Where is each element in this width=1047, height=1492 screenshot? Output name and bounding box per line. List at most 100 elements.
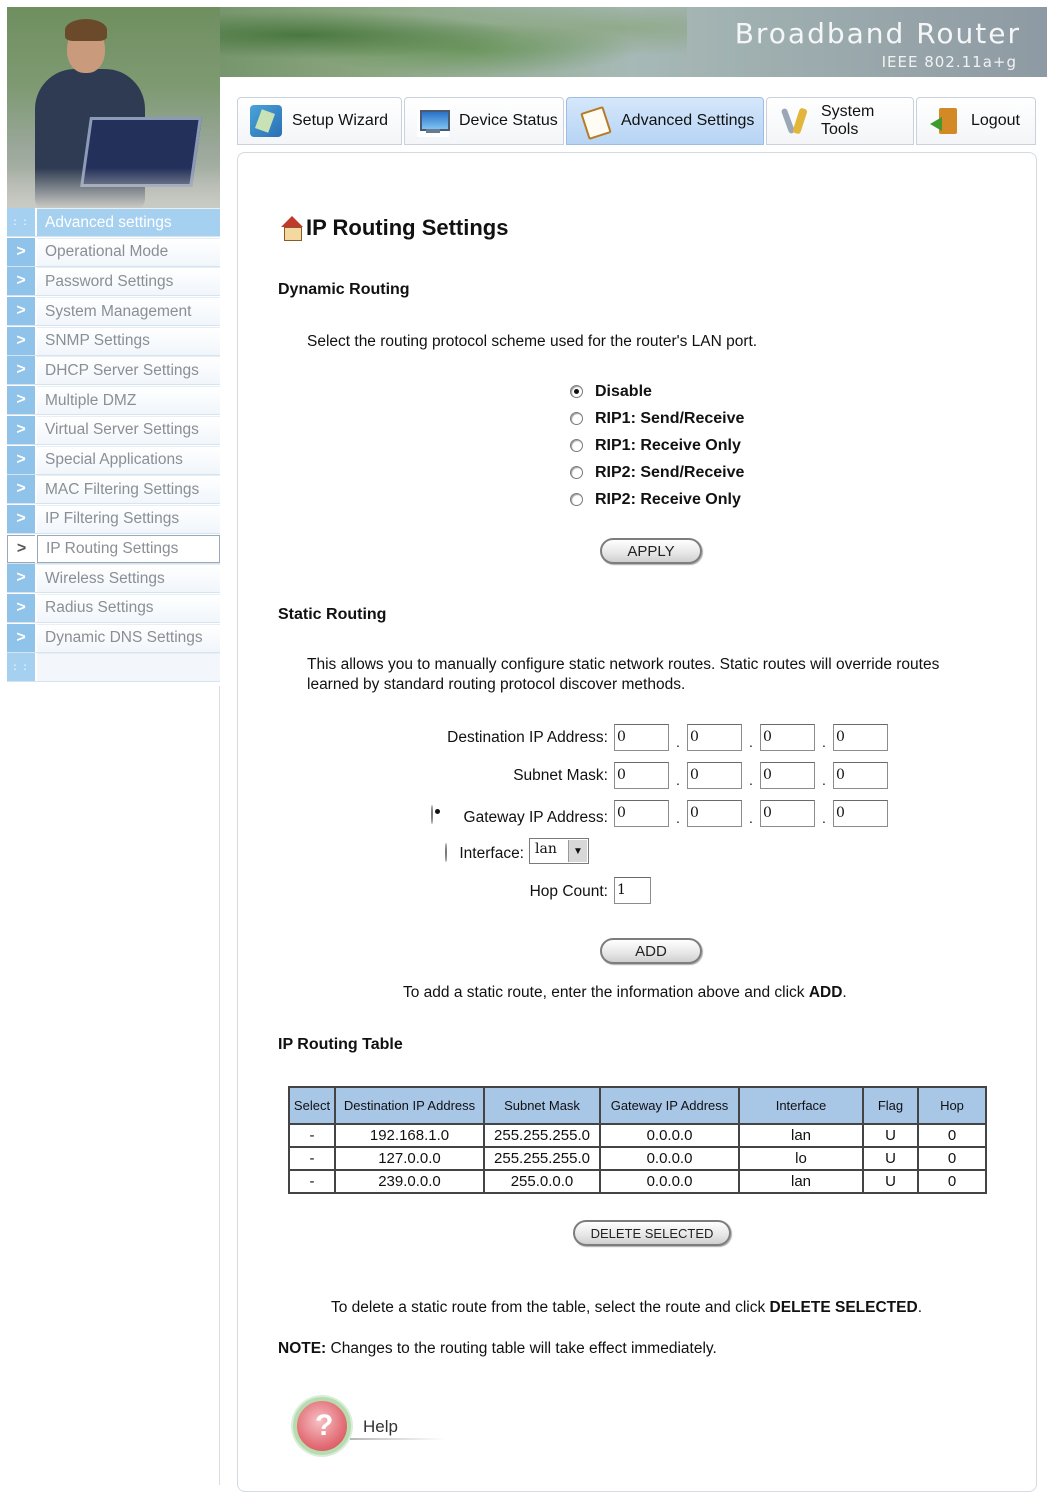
sidebar-item-password-settings[interactable]: > Password Settings — [7, 267, 220, 297]
sidebar-item-virtual-server-settings[interactable]: > Virtual Server Settings — [7, 415, 220, 445]
column-header: Flag — [862, 1086, 919, 1125]
routing-table-heading: IP Routing Table — [278, 1036, 403, 1053]
column-header: Subnet Mask — [483, 1086, 601, 1125]
gateway-ip-octet-1[interactable]: 0 — [614, 800, 669, 827]
chevron-down-icon[interactable]: ▼ — [568, 840, 587, 862]
subnet-mask-octet-4[interactable]: 0 — [833, 762, 888, 789]
radio-option-rip2-receive-only[interactable]: RIP2: Receive Only — [570, 486, 744, 513]
routing-protocol-options: Disable RIP1: Send/Receive RIP1: Receive… — [570, 378, 744, 513]
routing-table: Select Destination IP Address Subnet Mas… — [288, 1086, 987, 1194]
column-header: Select — [288, 1086, 336, 1125]
tab-system-tools[interactable]: System Tools — [766, 97, 914, 145]
tab-logout[interactable]: Logout — [916, 97, 1036, 145]
sidebar-item-dynamic-dns-settings[interactable]: > Dynamic DNS Settings — [7, 623, 220, 653]
interface-select[interactable]: lan ▼ — [529, 838, 589, 864]
gateway-radio[interactable] — [431, 805, 433, 824]
sidebar-item-dhcp-server-settings[interactable]: > DHCP Server Settings — [7, 356, 220, 386]
table-cell: 255.255.255.0 — [483, 1146, 601, 1171]
hop-count-input[interactable]: 1 — [614, 877, 651, 904]
note-text: NOTE: Changes to the routing table will … — [278, 1340, 717, 1357]
sidebar-item-special-applications[interactable]: > Special Applications — [7, 445, 220, 475]
subnet-mask-octet-2[interactable]: 0 — [687, 762, 742, 789]
destination-ip-octet-3[interactable]: 0 — [760, 724, 815, 751]
sidebar-item-system-management[interactable]: > System Management — [7, 297, 220, 327]
radio-option-rip1-receive-only[interactable]: RIP1: Receive Only — [570, 432, 744, 459]
table-cell: U — [862, 1123, 919, 1148]
table-cell: 255.255.255.0 — [483, 1123, 601, 1148]
sidebar-item-multiple-dmz[interactable]: > Multiple DMZ — [7, 386, 220, 416]
tab-advanced-settings[interactable]: Advanced Settings — [566, 97, 764, 145]
sidebar-header-label: Advanced settings — [37, 208, 220, 236]
column-header: Gateway IP Address — [599, 1086, 740, 1125]
chevron-right-icon: > — [7, 237, 35, 266]
tools-icon — [779, 105, 811, 137]
gateway-ip-octet-3[interactable]: 0 — [760, 800, 815, 827]
chevron-right-icon: > — [7, 445, 35, 474]
dots-icon: : : — [13, 216, 29, 228]
gateway-ip-octet-4[interactable]: 0 — [833, 800, 888, 827]
delete-selected-button[interactable]: DELETE SELECTED — [573, 1220, 731, 1246]
brand-subtitle: IEEE 802.11a+g — [881, 53, 1017, 71]
sidebar-item-ip-routing-settings[interactable]: > IP Routing Settings — [7, 534, 220, 564]
sidebar-item-wireless-settings[interactable]: > Wireless Settings — [7, 564, 220, 594]
destination-ip-octet-1[interactable]: 0 — [614, 724, 669, 751]
column-header: Hop — [917, 1086, 987, 1125]
column-header: Interface — [738, 1086, 864, 1125]
destination-ip-octet-4[interactable]: 0 — [833, 724, 888, 751]
monitor-icon — [417, 105, 450, 137]
sidebar-item-ip-filtering-settings[interactable]: > IP Filtering Settings — [7, 504, 220, 534]
radio-option-disable[interactable]: Disable — [570, 378, 744, 405]
chevron-right-icon: > — [7, 356, 35, 385]
radio-icon — [570, 412, 583, 425]
table-row[interactable]: - 192.168.1.0 255.255.255.0 0.0.0.0 lan … — [288, 1123, 987, 1148]
radio-option-rip1-send-receive[interactable]: RIP1: Send/Receive — [570, 405, 744, 432]
select-cell[interactable]: - — [288, 1146, 336, 1171]
table-cell: 0.0.0.0 — [599, 1146, 740, 1171]
tab-label: Device Status — [459, 112, 558, 129]
table-row[interactable]: - 127.0.0.0 255.255.255.0 0.0.0.0 lo U 0 — [288, 1146, 987, 1171]
brand-title: Broadband Router — [734, 17, 1021, 50]
subnet-mask-octet-1[interactable]: 0 — [614, 762, 669, 789]
dots-icon: : : — [13, 661, 29, 673]
sidebar-footer: : : — [7, 653, 220, 683]
sidebar-item-operational-mode[interactable]: > Operational Mode — [7, 237, 220, 267]
radio-icon — [570, 493, 583, 506]
help-icon[interactable] — [293, 1397, 351, 1455]
destination-ip-octet-2[interactable]: 0 — [687, 724, 742, 751]
document-icon — [579, 105, 611, 137]
sidebar-item-radius-settings[interactable]: > Radius Settings — [7, 593, 220, 623]
chevron-right-icon: > — [7, 267, 35, 296]
sidebar-divider — [219, 686, 220, 1485]
select-cell[interactable]: - — [288, 1169, 336, 1194]
gateway-ip-label: Gateway IP Address: — [463, 809, 608, 826]
table-cell: 0.0.0.0 — [599, 1169, 740, 1194]
static-routing-heading: Static Routing — [278, 606, 387, 623]
tab-device-status[interactable]: Device Status — [404, 97, 564, 145]
select-cell[interactable]: - — [288, 1123, 336, 1148]
tab-setup-wizard[interactable]: Setup Wizard — [237, 97, 402, 145]
add-hint: To add a static route, enter the informa… — [403, 984, 847, 1001]
page-title-text: IP Routing Settings — [306, 215, 509, 240]
wizard-icon — [250, 105, 282, 137]
chevron-right-icon: > — [7, 504, 35, 533]
destination-ip-label: Destination IP Address: — [447, 729, 608, 746]
subnet-mask-octet-3[interactable]: 0 — [760, 762, 815, 789]
header-photo — [7, 7, 220, 208]
hop-count-label: Hop Count: — [529, 883, 608, 900]
sidebar-item-snmp-settings[interactable]: > SNMP Settings — [7, 326, 220, 356]
table-row[interactable]: - 239.0.0.0 255.0.0.0 0.0.0.0 lan U 0 — [288, 1169, 987, 1194]
add-button[interactable]: ADD — [600, 938, 702, 964]
gateway-ip-octet-2[interactable]: 0 — [687, 800, 742, 827]
table-cell: U — [862, 1169, 919, 1194]
table-cell: lan — [738, 1169, 864, 1194]
page-title: IP Routing Settings — [280, 215, 508, 241]
help-link[interactable]: Help — [363, 1417, 398, 1437]
apply-button[interactable]: APPLY — [600, 538, 702, 564]
column-header: Destination IP Address — [334, 1086, 485, 1125]
tab-label: Logout — [971, 112, 1020, 129]
sidebar-item-mac-filtering-settings[interactable]: > MAC Filtering Settings — [7, 475, 220, 505]
radio-option-rip2-send-receive[interactable]: RIP2: Send/Receive — [570, 459, 744, 486]
chevron-right-icon: > — [7, 415, 35, 444]
table-cell: U — [862, 1146, 919, 1171]
table-cell: lan — [738, 1123, 864, 1148]
